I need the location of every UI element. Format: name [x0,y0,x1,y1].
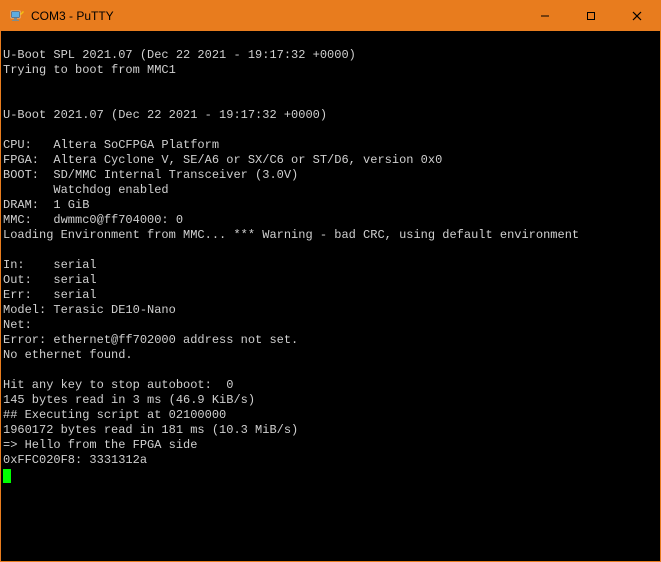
window-title: COM3 - PuTTY [31,9,522,23]
close-button[interactable] [614,1,660,31]
titlebar[interactable]: COM3 - PuTTY [1,1,660,31]
putty-icon [9,8,25,24]
terminal-cursor [3,469,11,483]
terminal-output[interactable]: U-Boot SPL 2021.07 (Dec 22 2021 - 19:17:… [1,31,660,561]
terminal-text: U-Boot SPL 2021.07 (Dec 22 2021 - 19:17:… [3,48,579,467]
maximize-button[interactable] [568,1,614,31]
minimize-button[interactable] [522,1,568,31]
window-controls [522,1,660,31]
putty-window: COM3 - PuTTY U-Boot SPL 2021.07 (Dec 22 … [0,0,661,562]
